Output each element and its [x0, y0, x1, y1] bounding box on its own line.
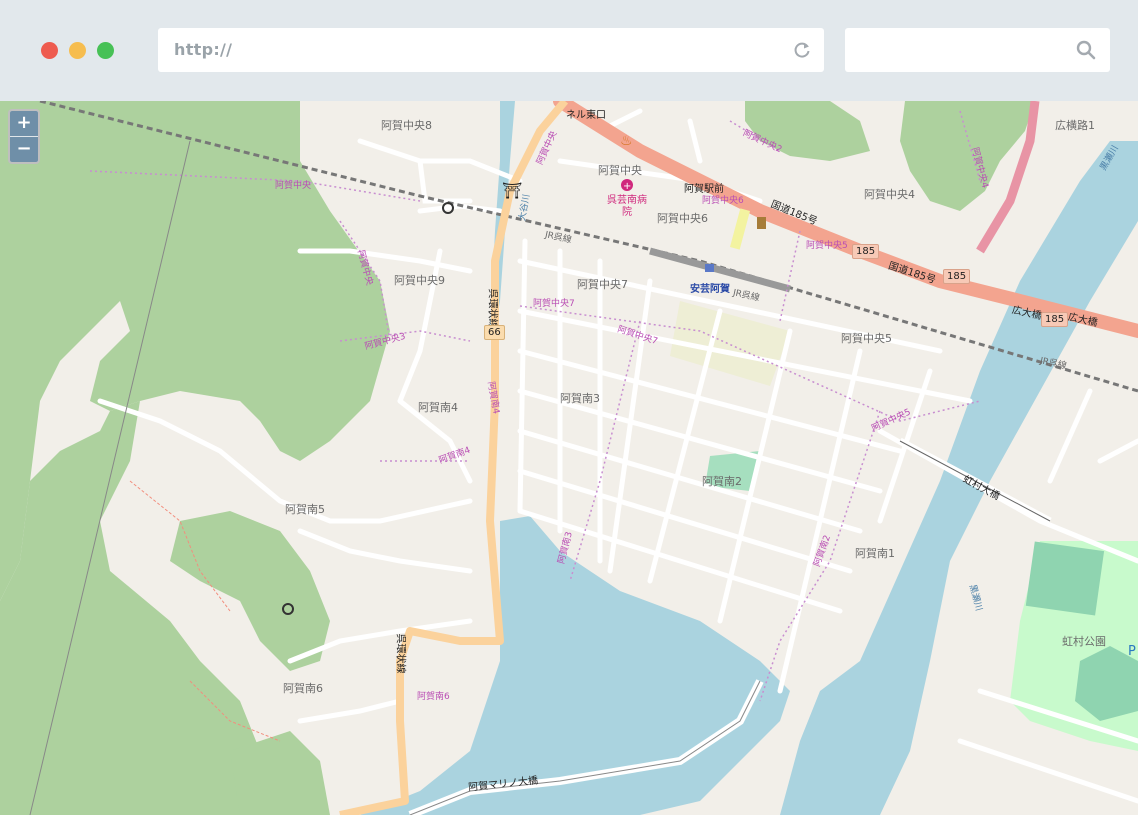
district-label: 阿賀中央5: [806, 241, 848, 251]
address-bar[interactable]: http://: [158, 28, 824, 72]
close-window-button[interactable]: [41, 42, 58, 59]
district-label: 阿賀南6: [417, 692, 450, 702]
place-label: 阿賀中央7: [577, 278, 628, 291]
search-icon[interactable]: [1076, 40, 1096, 60]
police-icon: [757, 217, 766, 229]
place-label: 阿賀南3: [560, 392, 600, 405]
district-label: 阿賀中央6: [702, 196, 744, 206]
park-label: 虹村公園: [1062, 635, 1106, 648]
district-label: 阿賀中央7: [533, 299, 575, 309]
place-label: 阿賀中央5: [841, 332, 892, 345]
place-label: 阿賀南2: [702, 475, 742, 488]
place-label: 阿賀中央: [598, 164, 642, 177]
station-label: 安芸阿賀: [690, 284, 730, 295]
map-view[interactable]: ⛩ + ♨ + − 阿賀中央8 阿賀中央 阿賀中央6 阿賀中央4 阿賀中央9 阿…: [0, 101, 1138, 815]
place-label: 阿賀中央9: [394, 274, 445, 287]
place-label: 阿賀南4: [418, 401, 458, 414]
svg-text:+: +: [623, 181, 631, 192]
station-icon: [705, 264, 714, 272]
route-shield: 185: [943, 269, 971, 284]
place-label: 阿賀南6: [283, 682, 323, 695]
tunnel-label: ネル東口: [566, 110, 606, 121]
minimize-window-button[interactable]: [69, 42, 86, 59]
zoom-out-button[interactable]: −: [10, 136, 38, 162]
route-shield: 185: [852, 244, 880, 259]
place-label: 阿賀南1: [855, 547, 895, 560]
place-label: 阿賀南5: [285, 503, 325, 516]
place-label: 阿賀中央6: [657, 212, 708, 225]
place-label: 阿賀中央8: [381, 119, 432, 132]
search-bar[interactable]: [845, 28, 1110, 72]
bay-water: [360, 516, 790, 815]
fire-station-icon: ♨: [620, 133, 633, 149]
zoom-in-button[interactable]: +: [10, 111, 38, 136]
reload-icon[interactable]: [792, 40, 812, 60]
road-label: 呉環状線: [394, 633, 406, 674]
place-label: 広横路1: [1055, 119, 1095, 132]
parking-label: P: [1128, 644, 1136, 659]
map-canvas: ⛩ + ♨: [0, 101, 1138, 815]
zoom-control: + −: [8, 109, 40, 164]
browser-toolbar: http://: [0, 0, 1138, 102]
place-label: 阿賀中央4: [864, 188, 915, 201]
address-input[interactable]: http://: [174, 40, 232, 59]
route-shield: 185: [1041, 312, 1069, 327]
bus-stop-area: [729, 208, 751, 250]
park-pitch: [1025, 541, 1105, 616]
district-label: 阿賀中央: [275, 181, 312, 191]
road-label: 呉環状線: [486, 288, 498, 329]
maximize-window-button[interactable]: [97, 42, 114, 59]
forest-area: [745, 101, 870, 161]
hospital-label: 呉芸南病院: [607, 195, 647, 218]
route-shield: 66: [484, 325, 505, 340]
